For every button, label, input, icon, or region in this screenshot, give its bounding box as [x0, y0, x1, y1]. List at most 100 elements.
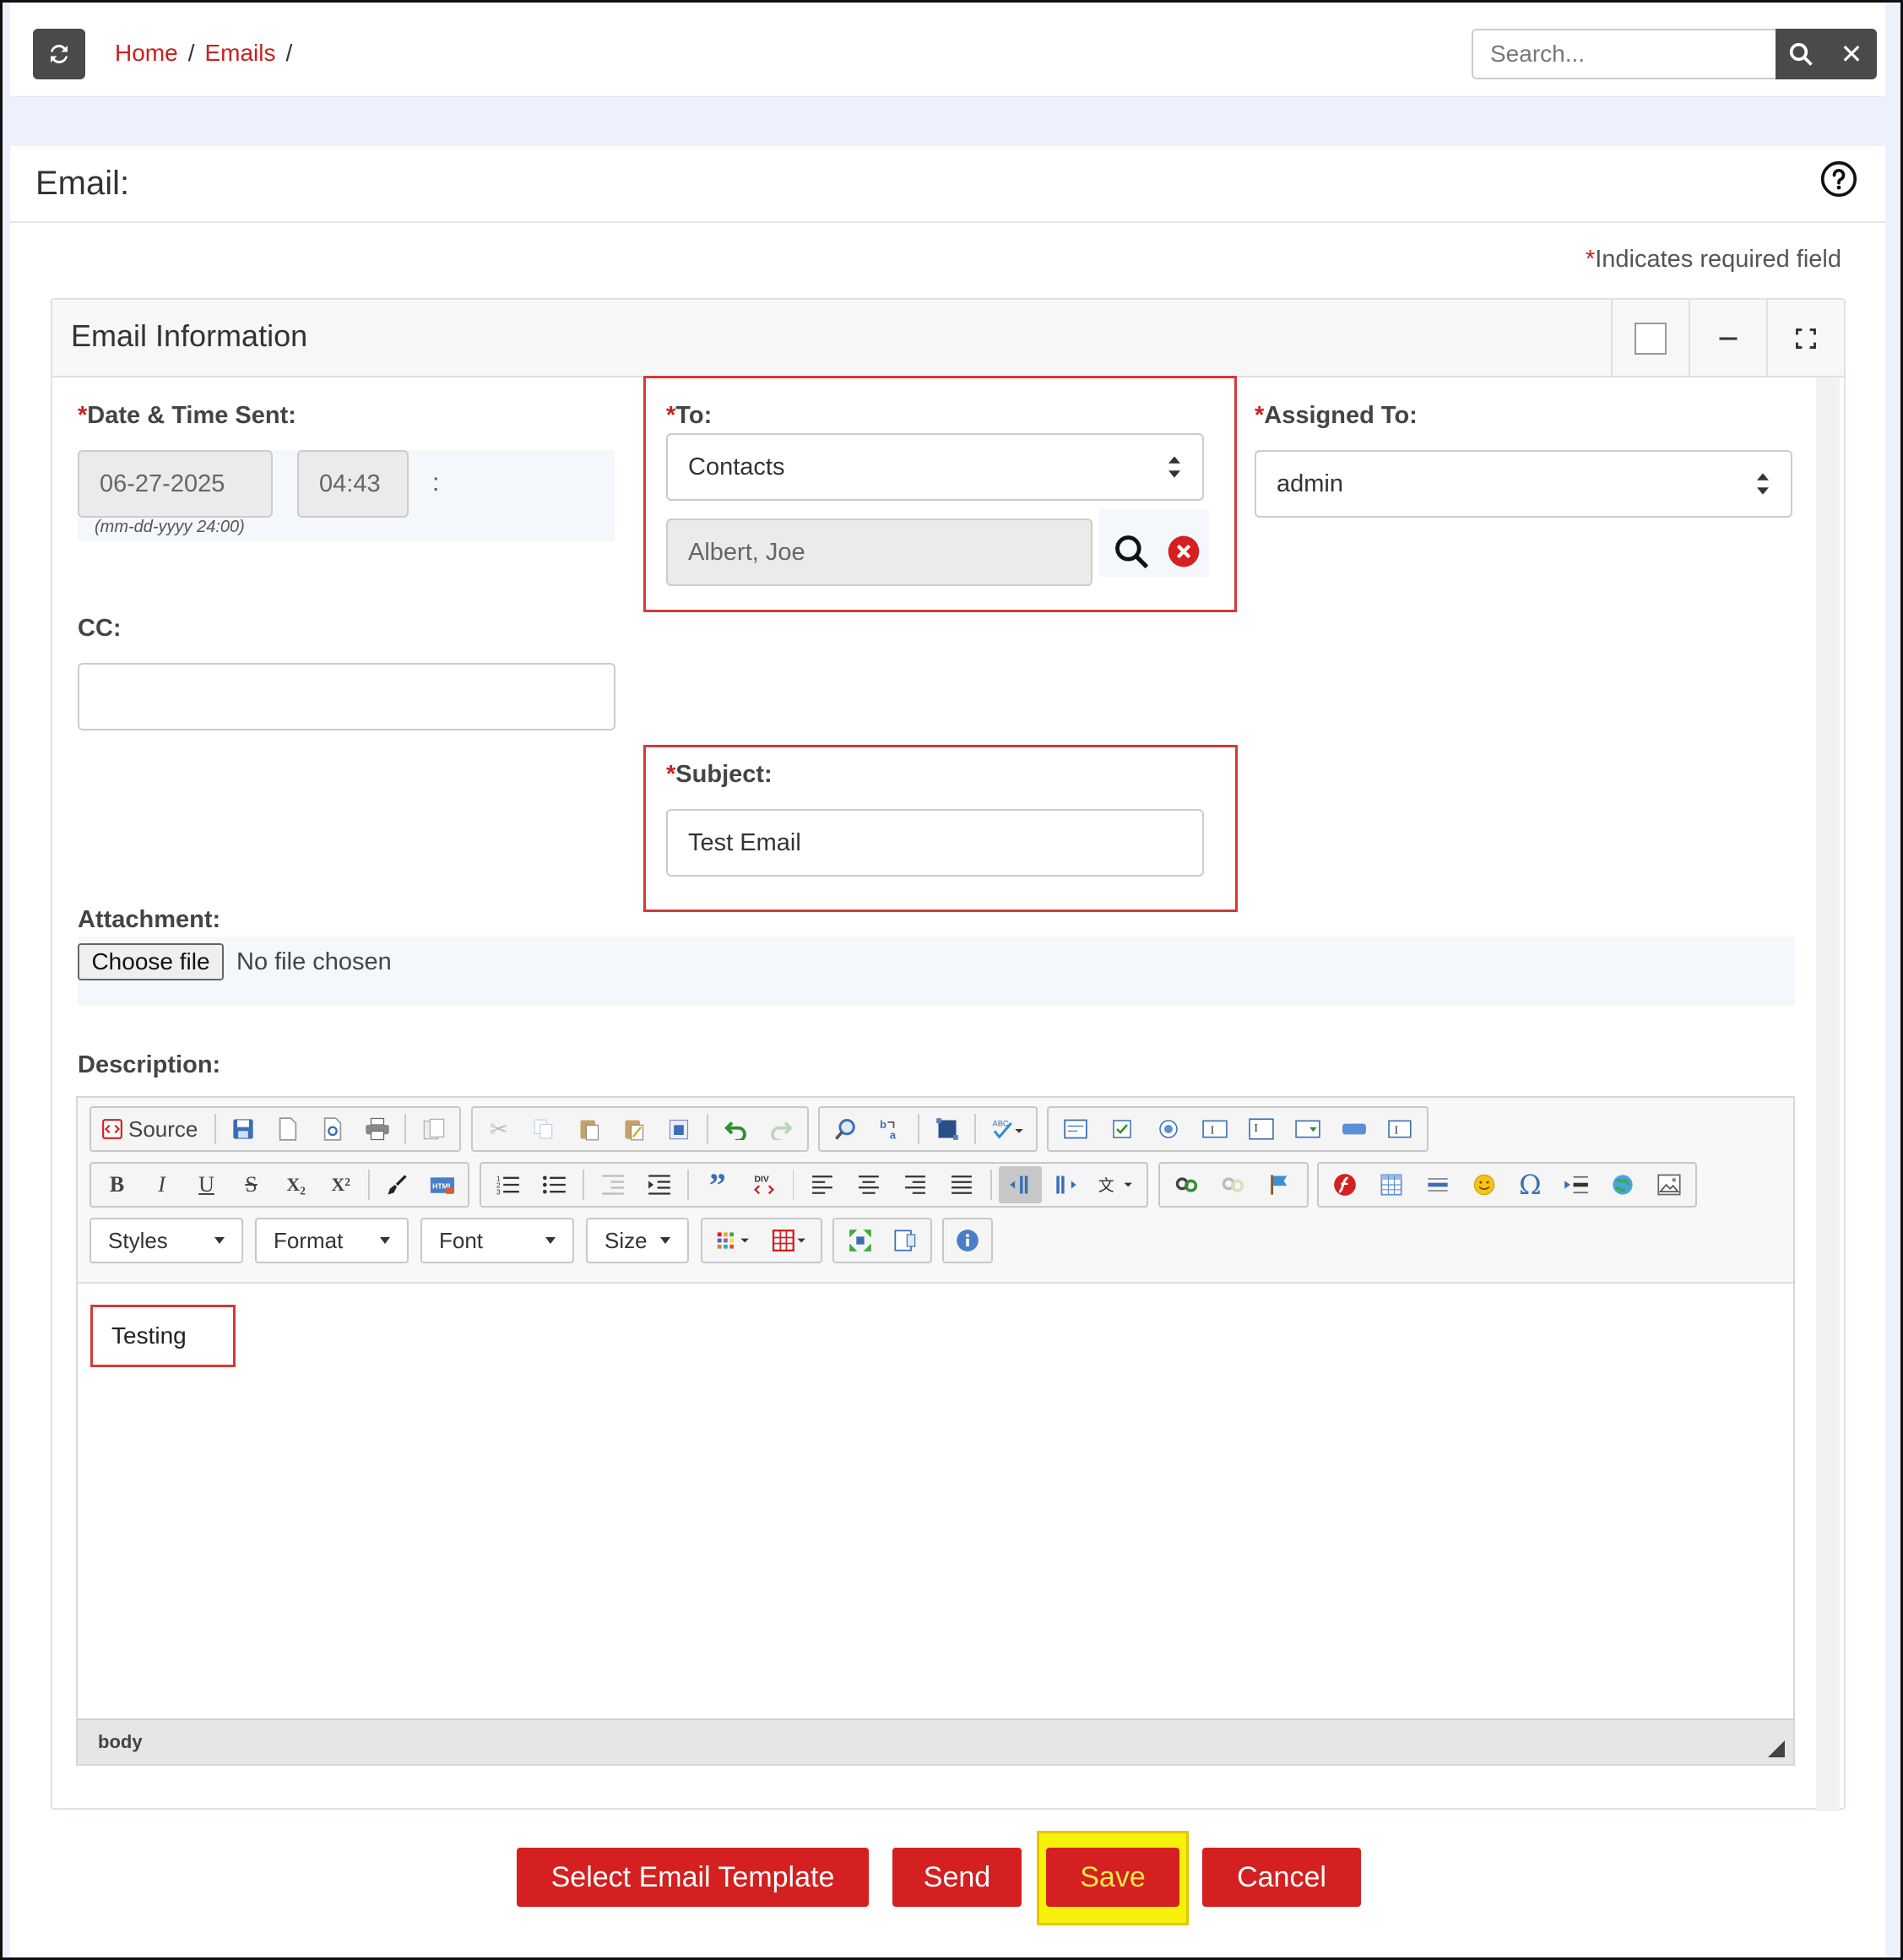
image-button-field-button[interactable]: I	[1379, 1110, 1422, 1148]
to-type-select[interactable]: Contacts	[666, 433, 1204, 501]
select-all-icon	[935, 1118, 958, 1140]
checkbox-button[interactable]	[1100, 1110, 1143, 1148]
bulleted-list-button[interactable]	[533, 1166, 576, 1203]
print-button[interactable]	[356, 1110, 398, 1148]
about-button[interactable]	[949, 1222, 986, 1259]
maximize-editor-button[interactable]	[839, 1222, 881, 1259]
table-grid-button[interactable]	[763, 1222, 816, 1259]
align-center-button[interactable]	[848, 1166, 891, 1203]
printer-icon	[366, 1117, 389, 1141]
subject-field[interactable]: Test Email	[666, 809, 1204, 877]
styles-dropdown[interactable]: Styles	[89, 1218, 243, 1263]
horizontal-rule-button[interactable]	[1417, 1166, 1460, 1203]
search-input[interactable]	[1472, 29, 1776, 79]
subscript-button[interactable]: X₂	[275, 1166, 317, 1203]
select-all-button[interactable]	[926, 1110, 968, 1148]
find-button[interactable]	[825, 1110, 866, 1148]
undo-button[interactable]	[715, 1110, 756, 1148]
time-field[interactable]: 04:43	[297, 450, 409, 518]
anchor-button[interactable]	[1259, 1166, 1302, 1203]
date-field[interactable]: 06-27-2025	[78, 450, 273, 518]
cancel-button[interactable]: Cancel	[1202, 1848, 1361, 1907]
panel-scrollbar[interactable]	[1816, 377, 1840, 1811]
new-page-button[interactable]	[268, 1110, 309, 1148]
choose-file-button[interactable]: Choose file	[78, 943, 224, 980]
cc-field[interactable]	[78, 663, 615, 730]
replace-button[interactable]: ba	[870, 1110, 911, 1148]
underline-button[interactable]: U	[186, 1166, 227, 1203]
panel-checkbox[interactable]	[1611, 300, 1689, 377]
assigned-to-select[interactable]: admin	[1255, 450, 1792, 518]
breadcrumb-emails[interactable]: Emails	[204, 40, 275, 67]
collapse-button[interactable]	[1689, 300, 1766, 377]
templates-button[interactable]	[413, 1110, 454, 1148]
paste-word-button[interactable]	[659, 1110, 700, 1148]
copy-button[interactable]	[523, 1110, 564, 1148]
unlink-button[interactable]	[1212, 1166, 1255, 1203]
button-field-button[interactable]	[1332, 1110, 1375, 1148]
maximize-button[interactable]	[1766, 300, 1844, 377]
iframe-button[interactable]	[1602, 1166, 1645, 1203]
outdent-button[interactable]	[591, 1166, 634, 1203]
text-color-button[interactable]	[708, 1222, 760, 1259]
align-left-button[interactable]	[800, 1166, 843, 1203]
refresh-button[interactable]	[33, 29, 85, 79]
align-right-button[interactable]	[894, 1166, 937, 1203]
spellcheck-icon: ABC	[992, 1120, 1023, 1139]
text-direction-rtl-button[interactable]	[1045, 1166, 1088, 1203]
justify-button[interactable]	[941, 1166, 984, 1203]
remove-recipient-icon[interactable]	[1167, 535, 1201, 568]
editor-content-area[interactable]: Testing	[78, 1284, 1793, 1723]
search-button[interactable]	[1776, 29, 1826, 79]
select-field-button[interactable]	[1286, 1110, 1329, 1148]
language-button[interactable]: 文	[1092, 1166, 1141, 1203]
clear-search-button[interactable]: ✕	[1826, 29, 1877, 79]
redo-button[interactable]	[761, 1110, 802, 1148]
select-email-template-button[interactable]: Select Email Template	[517, 1848, 869, 1907]
paste-text-button[interactable]	[613, 1110, 654, 1148]
element-path[interactable]: body	[98, 1731, 143, 1753]
link-button[interactable]	[1165, 1166, 1208, 1203]
divider	[10, 221, 1885, 223]
indent-button[interactable]	[637, 1166, 680, 1203]
page-break-button[interactable]	[1555, 1166, 1598, 1203]
paste-button[interactable]	[568, 1110, 610, 1148]
size-dropdown[interactable]: Size	[586, 1218, 689, 1263]
font-dropdown[interactable]: Font	[420, 1218, 574, 1263]
cut-button[interactable]: ✂	[478, 1110, 519, 1148]
send-button[interactable]: Send	[892, 1848, 1022, 1907]
superscript-button[interactable]: X²	[320, 1166, 361, 1203]
to-recipient-field[interactable]: Albert, Joe	[666, 519, 1092, 586]
bold-button[interactable]: B	[96, 1166, 138, 1203]
html-button[interactable]: HTML	[421, 1166, 463, 1203]
table-button[interactable]	[1370, 1166, 1413, 1203]
editor-text[interactable]: Testing	[90, 1305, 236, 1367]
special-char-button[interactable]: Ω	[1509, 1166, 1552, 1203]
spellcheck-button[interactable]: ABC	[983, 1110, 1031, 1148]
editor-status-bar: body	[78, 1718, 1793, 1764]
save-button[interactable]: Save	[1046, 1848, 1179, 1907]
help-icon[interactable]	[1820, 160, 1857, 198]
image-button[interactable]	[1647, 1166, 1690, 1203]
flash-button[interactable]	[1324, 1166, 1367, 1203]
show-blocks-button[interactable]	[884, 1222, 925, 1259]
preview-button[interactable]	[312, 1110, 354, 1148]
text-direction-ltr-button[interactable]	[998, 1166, 1042, 1203]
smiley-button[interactable]	[1462, 1166, 1505, 1203]
form-button[interactable]	[1054, 1110, 1097, 1148]
format-dropdown[interactable]: Format	[255, 1218, 409, 1263]
lookup-search-icon[interactable]	[1113, 533, 1150, 570]
source-button[interactable]: Source	[96, 1110, 208, 1148]
italic-button[interactable]: I	[141, 1166, 182, 1203]
strikethrough-button[interactable]: S	[230, 1166, 272, 1203]
numbered-list-button[interactable]: 123	[486, 1166, 529, 1203]
blockquote-button[interactable]: ”	[696, 1166, 739, 1204]
textfield-button[interactable]: I	[1193, 1110, 1236, 1148]
resize-grip-icon[interactable]	[1768, 1740, 1785, 1757]
remove-format-button[interactable]	[377, 1166, 418, 1203]
breadcrumb-home[interactable]: Home	[115, 40, 178, 67]
radio-button[interactable]	[1147, 1110, 1190, 1148]
textarea-button[interactable]: I	[1239, 1110, 1282, 1148]
save-doc-button[interactable]	[223, 1110, 264, 1148]
create-div-button[interactable]: DIV	[742, 1166, 785, 1203]
